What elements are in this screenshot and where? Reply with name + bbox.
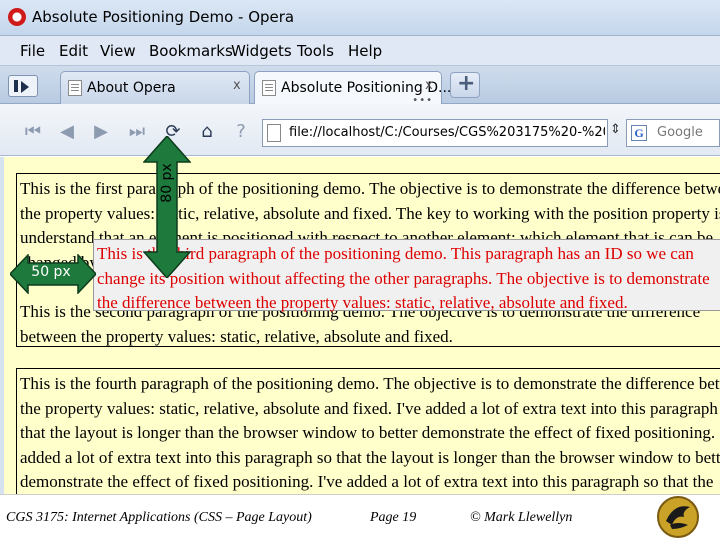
info-icon[interactable]: ? [228, 120, 254, 144]
tab-absolute-positioning[interactable]: Absolute Positioning D... x ••• [254, 71, 451, 106]
home-icon[interactable]: ⌂ [194, 120, 220, 144]
address-bar[interactable]: file://localhost/C:/Courses/CGS%203175%2… [262, 119, 608, 147]
search-placeholder: Google [657, 125, 703, 140]
menu-bar: File Edit View Bookmarks Widgets Tools H… [0, 36, 720, 66]
menu-view[interactable]: View [100, 42, 136, 60]
menu-help[interactable]: Help [348, 42, 382, 60]
pegasus-logo-icon [657, 496, 699, 538]
plus-icon: + [457, 71, 476, 96]
footer-author: © Mark Llewellyn [470, 510, 573, 525]
back-icon[interactable]: ◀ [54, 120, 80, 144]
tab-label: About Opera [87, 80, 176, 96]
slide-footer: CGS 3175: Internet Applications (CSS – P… [0, 494, 720, 540]
window-left-edge [0, 157, 4, 494]
paragraph-four-box: This is the fourth paragraph of the posi… [16, 368, 720, 494]
page-viewport: This is the first paragraph of the posit… [0, 157, 720, 494]
footer-course: CGS 3175: Internet Applications (CSS – P… [6, 510, 312, 525]
rewind-icon[interactable]: ⏮ [20, 120, 46, 144]
address-dropdown-icon[interactable]: ⇕ [610, 122, 621, 137]
title-bar: Absolute Positioning Demo - Opera [0, 0, 720, 36]
page-icon [267, 124, 281, 142]
horizontal-offset-label: 50 px [31, 264, 71, 280]
forward-icon[interactable]: ▶ [88, 120, 114, 144]
footer-page-number: Page 19 [370, 510, 417, 525]
menu-widgets[interactable]: Widgets [231, 42, 292, 60]
vertical-offset-label: 80 px [159, 163, 175, 203]
paragraph-four: This is the fourth paragraph of the posi… [20, 374, 720, 491]
page-icon [262, 80, 276, 96]
tab-about-opera[interactable]: About Opera x [60, 71, 250, 104]
tab-close-icon[interactable]: x [233, 78, 241, 93]
opera-logo-icon [8, 8, 26, 26]
tab-close-icon[interactable]: x [425, 78, 433, 93]
panel-toggle-button[interactable] [8, 75, 38, 97]
menu-file[interactable]: File [20, 42, 45, 60]
new-tab-button[interactable]: + [450, 71, 480, 98]
vertical-offset-label-box: 80 px [156, 157, 178, 209]
navigation-toolbar: ⏮ ◀ ▶ ⏭ ⟳ ⌂ ? file://localhost/C:/Course… [0, 104, 720, 156]
menu-tools[interactable]: Tools [297, 42, 334, 60]
search-field[interactable]: G Google [626, 119, 720, 147]
google-icon[interactable]: G [631, 125, 647, 141]
tab-bar: About Opera x Absolute Positioning D... … [0, 66, 720, 106]
page-icon [68, 80, 82, 96]
address-url[interactable]: file://localhost/C:/Courses/CGS%203175%2… [289, 125, 605, 140]
menu-edit[interactable]: Edit [59, 42, 88, 60]
menu-bookmarks[interactable]: Bookmarks [149, 42, 233, 60]
window-title: Absolute Positioning Demo - Opera [32, 8, 295, 26]
